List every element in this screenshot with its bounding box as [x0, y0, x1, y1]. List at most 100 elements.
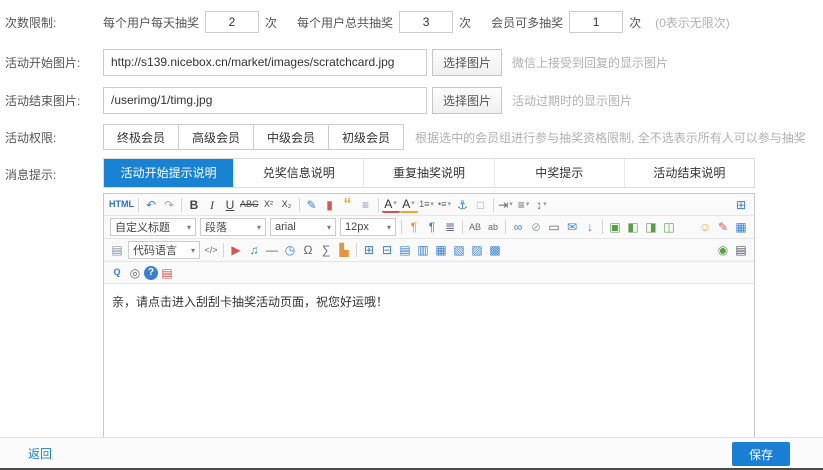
rich-text-editor: HTML↶↷BIUABCX²X₂✎▮“≡AA1≡•≡⚓□⇥≡↕⊞自定义标题▾段落…	[103, 193, 755, 440]
toolbar-separator	[401, 220, 402, 234]
date-time-icon[interactable]: ◷	[281, 242, 299, 259]
ordered-list-icon[interactable]: 1≡	[418, 196, 436, 213]
map-icon[interactable]: ◉	[714, 242, 732, 259]
editor-content[interactable]: 亲，请点击进入刮刮卡抽奖活动页面，祝您好运哦！	[104, 284, 754, 439]
toolbar-row: ▤代码语言▾</>▶♫—◷Ω∑▙⊞⊟▤▥▦▧▨▩◉▤	[104, 239, 754, 262]
custom-style-select[interactable]: 自定义标题▾	[110, 218, 196, 236]
tab-activity-start-note[interactable]: 活动开始提示说明	[104, 159, 234, 187]
tab-redeem-info[interactable]: 兑奖信息说明	[234, 159, 364, 187]
undo-icon[interactable]: ↶	[142, 196, 160, 213]
delete-col-icon[interactable]: ▧	[450, 242, 468, 259]
total-label: 每个用户总共抽奖	[297, 14, 393, 31]
merge-cells-icon[interactable]: ▨	[468, 242, 486, 259]
code-language-select[interactable]: 代码语言▾	[128, 241, 200, 259]
insert-col-icon[interactable]: ▦	[432, 242, 450, 259]
scrawl-icon[interactable]: ✎	[714, 219, 732, 236]
fullscreen-icon[interactable]: ⊞	[732, 196, 750, 213]
anchor-icon[interactable]: ⚓	[454, 196, 472, 213]
delete-table-icon[interactable]: ⊟	[378, 242, 396, 259]
insert-table-icon[interactable]: ⊞	[360, 242, 378, 259]
member-option-intermediate[interactable]: 中级会员	[253, 124, 329, 150]
unordered-list-icon[interactable]: •≡	[436, 196, 454, 213]
font-family-select[interactable]: arial▾	[270, 218, 336, 236]
activity-settings-page: 次数限制: 每个用户每天抽奖 次 每个用户总共抽奖 次 会员可多抽奖 次 (0表…	[0, 0, 823, 470]
word-wrap-icon[interactable]: ≣	[441, 219, 459, 236]
toolbar-separator	[505, 220, 506, 234]
font-size-select[interactable]: 12px▾	[340, 218, 396, 236]
unlink-icon[interactable]: ⊘	[527, 219, 545, 236]
toolbar-separator	[602, 220, 603, 234]
toolbar-separator	[223, 243, 224, 257]
superscript-icon[interactable]: X²	[260, 196, 278, 213]
strikethrough-icon[interactable]: ABC	[239, 196, 260, 213]
member-option-beginner[interactable]: 初级会员	[328, 124, 404, 150]
subscript-icon[interactable]: X₂	[278, 196, 296, 213]
clear-doc-icon[interactable]: □	[472, 196, 490, 213]
bg-color-icon[interactable]: A	[400, 196, 418, 213]
tab-activity-end-note[interactable]: 活动结束说明	[625, 159, 754, 187]
total-input[interactable]	[399, 11, 453, 33]
underline-icon[interactable]: U	[221, 196, 239, 213]
vip-extra-unit: 次	[629, 14, 641, 31]
horizontal-rule-icon[interactable]: —	[263, 242, 281, 259]
back-link[interactable]: 返回	[28, 445, 52, 462]
lowercase-icon[interactable]: ab	[484, 219, 502, 236]
total-unit: 次	[459, 14, 471, 31]
align-left-icon[interactable]: ≡	[515, 196, 533, 213]
format-painter-icon[interactable]: ▮	[321, 196, 339, 213]
start-image-input[interactable]	[103, 49, 427, 76]
tab-repeat-draw-note[interactable]: 重复抽奖说明	[364, 159, 494, 187]
attachment-icon[interactable]: ✉	[563, 219, 581, 236]
preview-icon[interactable]: ◎	[126, 264, 144, 281]
italic-icon[interactable]: I	[203, 196, 221, 213]
end-image-input[interactable]	[103, 87, 427, 114]
rtl-paragraph-icon[interactable]: ¶	[423, 219, 441, 236]
indent-icon[interactable]: ⇥	[497, 196, 515, 213]
chart-icon[interactable]: ▙	[335, 242, 353, 259]
per-day-input[interactable]	[205, 11, 259, 33]
special-chars-icon[interactable]: Ω	[299, 242, 317, 259]
insert-code-icon[interactable]: </>	[202, 242, 220, 259]
link-icon[interactable]: ∞	[509, 219, 527, 236]
image-right-icon[interactable]: ◨	[642, 219, 660, 236]
bold-icon[interactable]: B	[185, 196, 203, 213]
font-color-icon[interactable]: A	[382, 196, 400, 213]
paragraph-select[interactable]: 段落▾	[200, 218, 266, 236]
video-icon[interactable]: ▶	[227, 242, 245, 259]
music-icon[interactable]: ♫	[245, 242, 263, 259]
save-button[interactable]: 保存	[732, 442, 790, 466]
ltr-paragraph-icon[interactable]: ¶	[405, 219, 423, 236]
drafts-icon[interactable]: ▤	[158, 264, 176, 281]
start-image-choose-button[interactable]: 选择图片	[432, 49, 502, 76]
background-icon[interactable]: ▦	[732, 219, 750, 236]
permission-label: 活动权限:	[5, 129, 103, 146]
split-cells-icon[interactable]: ▩	[486, 242, 504, 259]
delete-row-icon[interactable]: ▥	[414, 242, 432, 259]
eraser-icon[interactable]: ✎	[303, 196, 321, 213]
redo-icon[interactable]: ↷	[160, 196, 178, 213]
end-image-choose-button[interactable]: 选择图片	[432, 87, 502, 114]
emotion-icon[interactable]: ☺	[696, 219, 714, 236]
member-option-ultimate[interactable]: 终极会员	[103, 124, 179, 150]
search-replace-icon[interactable]: Q	[108, 264, 126, 281]
end-image-row: 活动结束图片: 选择图片 活动过期时的显示图片	[0, 86, 823, 114]
download-icon[interactable]: ↓	[581, 219, 599, 236]
uppercase-icon[interactable]: AB	[466, 219, 484, 236]
tab-winning-prompt[interactable]: 中奖提示	[495, 159, 625, 187]
line-height-icon[interactable]: ↕	[533, 196, 551, 213]
paste-plain-icon[interactable]: ≡	[357, 196, 375, 213]
print-icon[interactable]: ▤	[732, 242, 750, 259]
formula-icon[interactable]: ∑	[317, 242, 335, 259]
insert-row-icon[interactable]: ▤	[396, 242, 414, 259]
image-left-icon[interactable]: ◧	[624, 219, 642, 236]
limits-hint: (0表示无限次)	[655, 14, 730, 31]
template-icon[interactable]: ▤	[108, 242, 126, 259]
help-icon[interactable]: ?	[144, 266, 158, 280]
source-code-button[interactable]: HTML	[108, 196, 135, 213]
member-option-senior[interactable]: 高级会员	[178, 124, 254, 150]
image-none-icon[interactable]: ▣	[606, 219, 624, 236]
iframe-icon[interactable]: ▭	[545, 219, 563, 236]
image-center-icon[interactable]: ◫	[660, 219, 678, 236]
vip-extra-input[interactable]	[569, 11, 623, 33]
blockquote-icon[interactable]: “	[339, 196, 357, 213]
